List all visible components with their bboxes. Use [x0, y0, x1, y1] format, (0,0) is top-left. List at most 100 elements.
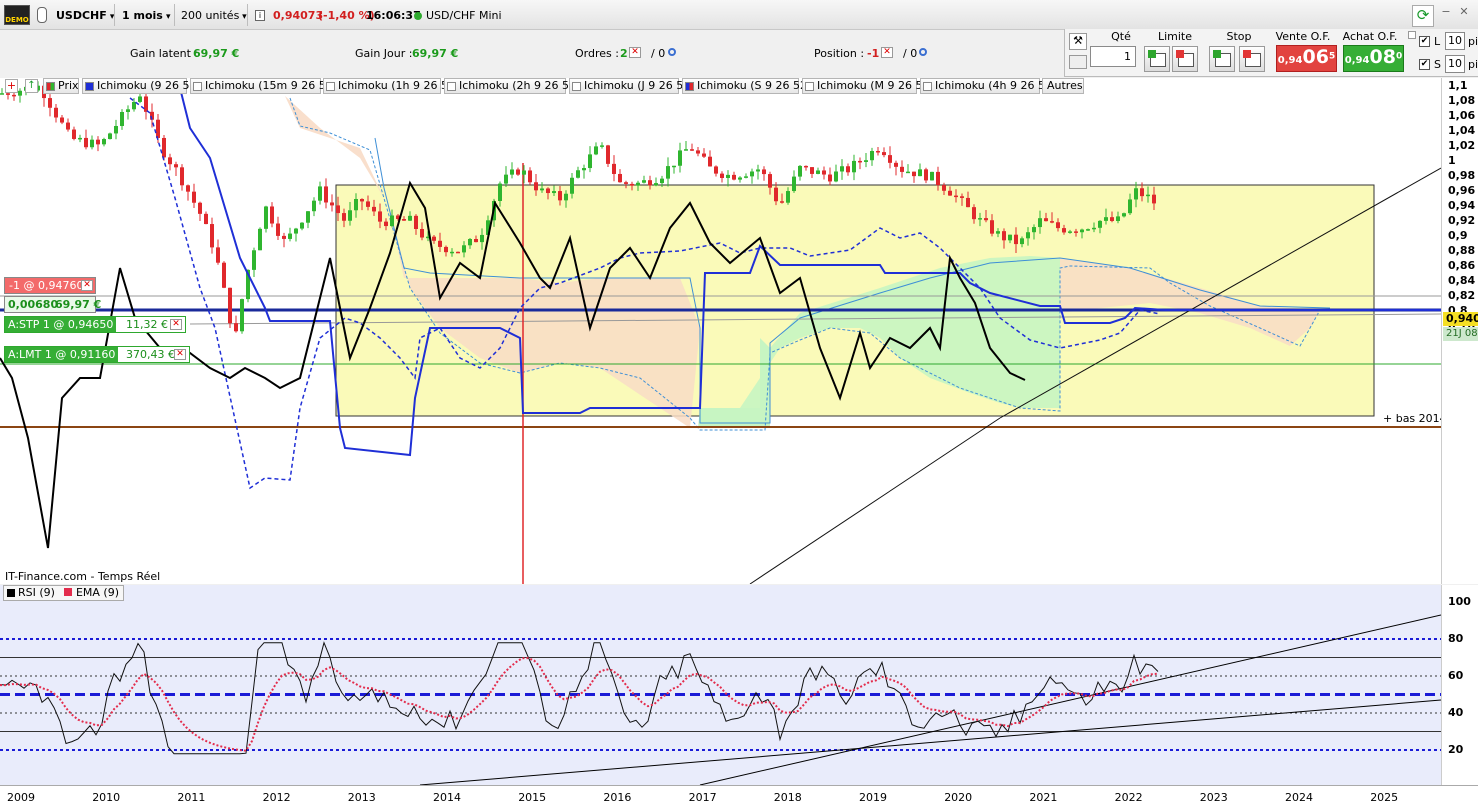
rsi-legend-label: RSI (9) [18, 586, 55, 599]
s-pip-label: pip [1468, 58, 1478, 71]
candle-body [756, 169, 760, 172]
s-checkbox[interactable]: ✔ [1419, 59, 1430, 70]
candle-body [678, 150, 682, 166]
indicator-tab-3[interactable]: Ichimoku (1h 9 26 52) [323, 78, 459, 94]
up-arrow-icon[interactable]: ↑ [25, 79, 38, 93]
qte-input[interactable]: 1 [1090, 46, 1136, 67]
candle-body [384, 221, 388, 227]
candle-body [210, 224, 214, 248]
period-select[interactable]: 1 mois [122, 9, 170, 22]
indicator-color-icon [85, 82, 94, 91]
year-tick-label: 2010 [92, 791, 121, 804]
candle-body [522, 170, 526, 175]
candle-body [126, 109, 130, 113]
candle-body [132, 101, 136, 110]
candle-body [702, 153, 706, 157]
indicator-tab-9[interactable]: Autres [1042, 78, 1084, 94]
cancel-orders-icon[interactable]: ✕ [629, 47, 641, 58]
indicator-tab-6[interactable]: Ichimoku (S 9 26 52) [682, 78, 811, 94]
filter-icon[interactable] [37, 7, 47, 23]
symbol-select[interactable]: USDCHF [56, 9, 114, 22]
candle-body [468, 238, 472, 246]
limit-order-eur: 370,43 € [126, 348, 175, 361]
sell-stop-button[interactable] [1239, 46, 1265, 72]
stop-order-label[interactable]: A:STP 1 @ 0,94650 11,32 € ✕ [4, 316, 186, 333]
candle-body [726, 174, 730, 178]
candle-body [1098, 220, 1102, 228]
candle-body [744, 176, 748, 178]
buy-limit-button[interactable] [1144, 46, 1170, 72]
limit-order-label[interactable]: A:LMT 1 @ 0,91160 370,43 € ✕ [4, 346, 190, 363]
candle-body [102, 139, 106, 145]
candle-body [378, 211, 382, 222]
l-checkbox[interactable]: ✔ [1419, 36, 1430, 47]
sell-button[interactable]: 0,94065 [1276, 45, 1337, 72]
price-tag: 0,9407 [1443, 312, 1478, 326]
time-axis[interactable]: 2009 2010 2011 2012 2013 2014 2015 2016 2017 2018… [0, 785, 1478, 804]
candle-body [708, 156, 712, 167]
remove-icon[interactable]: + [5, 79, 18, 93]
candle-body [786, 191, 790, 203]
position-value[interactable]: -1 [867, 47, 879, 60]
gear-icon[interactable] [919, 48, 927, 56]
buy-price-sup: 0 [1395, 51, 1403, 62]
candle-body [138, 96, 142, 102]
close-order-icon[interactable]: ✕ [81, 280, 93, 291]
candle-body [318, 186, 322, 201]
sell-limit-button[interactable] [1172, 46, 1198, 72]
candle-body [738, 177, 742, 180]
candle-body [882, 152, 886, 156]
indicator-color-icon [923, 82, 932, 91]
close-button[interactable]: ✕ [1458, 5, 1470, 19]
price-tick-label: 0,9 [1448, 229, 1468, 242]
s-input[interactable]: 10 [1445, 55, 1465, 73]
candle-body [234, 323, 238, 332]
scroll-icon[interactable] [1408, 31, 1416, 39]
candle-body [828, 174, 832, 182]
candle-body [342, 213, 346, 221]
price-chart[interactable] [0, 78, 1441, 584]
candle-body [306, 211, 310, 223]
cancel-stop-icon[interactable]: ✕ [170, 319, 182, 330]
candle-body [120, 112, 124, 126]
candle-body [684, 149, 688, 151]
candle-body [456, 251, 460, 254]
price-tick-label: 1,1 [1448, 79, 1468, 92]
cancel-limit-icon[interactable]: ✕ [174, 349, 186, 360]
indicator-tab-8[interactable]: Ichimoku (4h 9 26 52) [920, 78, 1056, 94]
candle-body [834, 171, 838, 182]
candle-body [810, 167, 814, 174]
candle-body [816, 170, 820, 174]
candle-body [186, 185, 190, 192]
candle-body [696, 150, 700, 154]
close-position-icon[interactable]: ✕ [881, 47, 893, 58]
minimize-button[interactable]: − [1440, 5, 1452, 19]
candle-body [552, 191, 556, 194]
keyboard-icon[interactable] [1069, 55, 1087, 69]
indicator-tab-0[interactable]: Prix [43, 78, 79, 94]
l-input[interactable]: 10 [1445, 32, 1465, 50]
candle-body [414, 215, 418, 229]
refresh-icon[interactable]: ⟳ [1412, 5, 1434, 27]
indicator-tab-label: Ichimoku (S 9 26 52) [697, 79, 812, 92]
ordres-count[interactable]: 2 [620, 47, 628, 60]
indicator-tab-5[interactable]: Ichimoku (J 9 26 52) [569, 78, 695, 94]
buy-button[interactable]: 0,94080 [1343, 45, 1404, 72]
indicator-color-icon [447, 82, 456, 91]
indicator-tab-1[interactable]: Ichimoku (9 26 52) [82, 78, 201, 94]
wrench-icon[interactable]: ⚒ [1069, 33, 1087, 50]
gain-jour-label: Gain Jour : [355, 47, 413, 60]
units-select[interactable]: 200 unités [181, 9, 247, 22]
gear-icon[interactable] [668, 48, 676, 56]
indicator-tab-4[interactable]: Ichimoku (2h 9 26 52) [444, 78, 580, 94]
candle-body [288, 233, 292, 239]
position-order-label[interactable]: -1 @ 0,94760 ✕ [4, 277, 96, 294]
indicator-tab-label: Prix [58, 79, 79, 92]
rsi-axis[interactable]: 100 80 60 40 20 [1441, 585, 1478, 785]
clock-time: 16:06:37 [366, 9, 421, 22]
indicator-tab-7[interactable]: Ichimoku (M 9 26 52) [802, 78, 934, 94]
buy-stop-button[interactable] [1209, 46, 1235, 72]
rsi-panel[interactable] [0, 585, 1441, 785]
info-icon[interactable]: i [255, 10, 265, 21]
indicator-tab-2[interactable]: Ichimoku (15m 9 26 52) [190, 78, 337, 94]
